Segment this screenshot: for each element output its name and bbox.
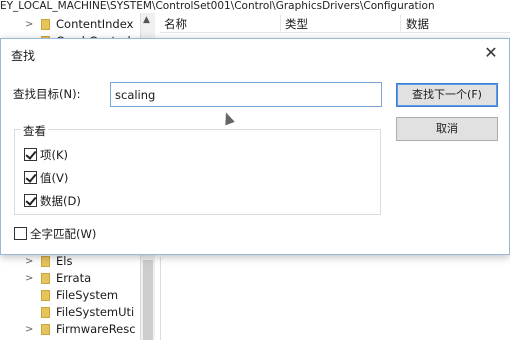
checkbox-checked-icon[interactable] [24,194,37,207]
folder-icon [41,324,50,335]
tree-item-label: FileSystem [56,288,119,302]
dialog-title: 查找 [11,49,36,63]
match-whole-string-checkbox[interactable]: 全字匹配(W) [14,226,96,241]
chevron-right-icon[interactable]: > [25,270,35,287]
tree-item[interactable]: > Els [0,253,140,270]
chevron-right-icon[interactable]: > [25,253,35,270]
folder-icon [41,19,50,30]
find-next-button[interactable]: 查找下一个(F) [396,83,498,107]
chevron-right-icon[interactable]: > [25,321,35,338]
checkbox-label: 全字匹配(W) [30,226,97,241]
folder-icon [41,256,50,267]
chevron-right-icon[interactable]: > [25,16,35,33]
tree-item-label: Els [56,254,73,268]
scroll-up-icon[interactable]: ▲ [143,15,150,25]
tree-item-label: FirmwareResc [56,322,136,336]
address-bar[interactable]: EY_LOCAL_MACHINE\SYSTEM\ControlSet001\Co… [0,0,510,13]
tree-item-label: Errata [56,271,92,285]
find-target-label: 查找目标(N): [13,87,81,101]
tree-item[interactable]: FileSystem [0,287,140,304]
values-list[interactable] [160,257,510,340]
checkbox-label: 项(K) [40,147,69,162]
folder-icon [41,290,50,301]
close-icon[interactable]: ✕ [481,43,501,63]
cancel-button[interactable]: 取消 [396,117,498,141]
checkbox-checked-icon[interactable] [24,148,37,161]
tree-item-label: FileSystemUti [56,305,135,319]
find-target-input[interactable] [110,82,382,107]
tree-item[interactable]: > FirmwareResc [0,321,140,338]
checkbox-label: 值(V) [40,170,69,185]
look-at-group-title: 查看 [21,123,48,139]
column-divider[interactable] [400,15,401,31]
tree-item[interactable]: > ContentIndex [0,16,140,33]
column-header-name[interactable]: 名称 [164,16,187,32]
checkbox-checked-icon[interactable] [24,171,37,184]
column-header-data[interactable]: 数据 [406,16,429,32]
mouse-pointer-icon [221,110,235,126]
folder-icon [41,307,50,318]
checkbox-label: 数据(D) [40,193,81,208]
find-dialog: 查找 ✕ 查找目标(N): 查找下一个(F) 取消 查看 项(K) 值(V) 数… [0,38,510,255]
tree-item[interactable]: > Errata [0,270,140,287]
column-header-type[interactable]: 类型 [285,16,308,32]
column-divider[interactable] [280,15,281,31]
keys-checkbox[interactable]: 项(K) [24,147,68,162]
registry-editor-window: EY_LOCAL_MACHINE\SYSTEM\ControlSet001\Co… [0,0,510,340]
tree-item[interactable]: FileSystemUti [0,304,140,321]
values-checkbox[interactable]: 值(V) [24,170,68,185]
values-list-header: 名称 类型 数据 [160,13,510,33]
folder-icon [41,273,50,284]
checkbox-unchecked-icon[interactable] [14,227,27,240]
tree-item-label: ContentIndex [56,17,134,31]
scrollbar-thumb[interactable] [143,260,153,340]
data-checkbox[interactable]: 数据(D) [24,193,81,208]
